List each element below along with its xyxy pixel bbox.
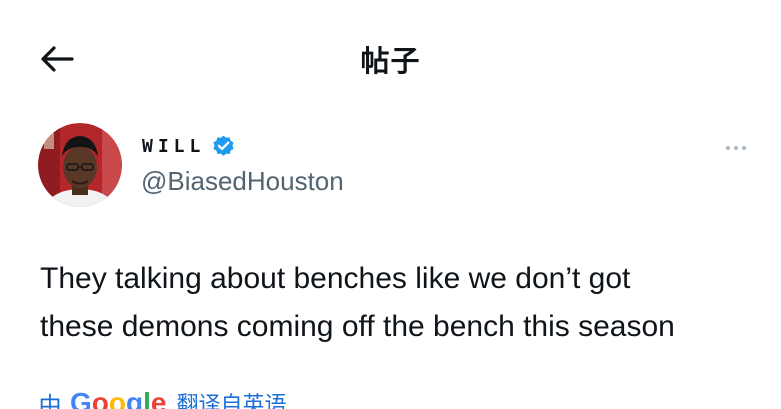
tweet-author: WILL @BiasedHouston (38, 123, 758, 213)
avatar[interactable] (38, 123, 122, 207)
google-letter: o (91, 387, 109, 409)
tweet-text-line: these demons coming off the bench this s… (40, 310, 675, 343)
author-handle[interactable]: @BiasedHouston (141, 166, 344, 197)
avatar-image (38, 123, 122, 207)
tweet-text: They talking about benches like we don’t… (40, 255, 760, 351)
translate-prefix: 由 (38, 391, 62, 409)
google-letter: l (143, 387, 151, 409)
translate-label: 翻译自英语 (176, 393, 287, 409)
top-bar: 帖子 (0, 28, 781, 88)
tweet-text-line: They talking about benches like we don’t… (40, 262, 631, 295)
more-options-button[interactable] (718, 133, 754, 163)
display-name-row[interactable]: WILL (142, 131, 236, 161)
post-detail-page: 帖子 WILL @BiasedHouston They talking abou… (0, 0, 781, 409)
more-options-icon (726, 146, 730, 150)
page-title: 帖子 (360, 44, 421, 78)
translate-link[interactable]: 由 Google 翻译自英语 (38, 387, 287, 409)
google-letter: e (150, 387, 167, 409)
google-letter: G (70, 387, 92, 409)
google-letter: o (108, 387, 126, 409)
verified-badge-icon (213, 135, 234, 156)
google-letter: g (126, 387, 144, 409)
display-name: WILL (142, 135, 206, 157)
google-logo: Google (70, 387, 166, 409)
